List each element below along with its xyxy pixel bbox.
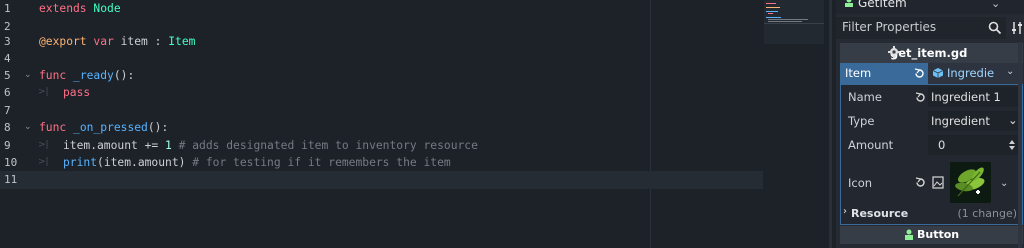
name-field[interactable]: Ingredient 1 <box>928 87 1020 107</box>
name-label: Name <box>848 90 882 104</box>
code-line-7[interactable]: 7 <box>0 102 763 120</box>
code-line-11[interactable]: 11 <box>0 171 763 189</box>
node-name: GetItem <box>858 0 907 10</box>
code-text[interactable]: print(item.amount) # for testing if it r… <box>63 154 451 172</box>
tab-indent-icon: >| <box>38 157 49 167</box>
texture-icon <box>932 176 944 189</box>
chevron-down-icon[interactable]: ⌄ <box>991 0 1000 10</box>
line-number: 1 <box>4 2 11 15</box>
code-line-4[interactable]: 4 <box>0 50 763 68</box>
line-number: 3 <box>4 35 11 48</box>
code-line-5[interactable]: 5 ⌄ func _ready(): <box>0 67 763 85</box>
filter-properties-input[interactable]: Filter Properties <box>836 17 1006 39</box>
code-text[interactable]: item.amount += 1 # adds designated item … <box>63 137 478 155</box>
chevron-down-icon: ⌄ <box>1008 113 1018 127</box>
tab-indent-icon: >| <box>38 140 49 150</box>
spin-arrows-icon[interactable] <box>1008 139 1016 151</box>
inspector-scrollbar[interactable] <box>1018 42 1022 248</box>
revert-icon[interactable] <box>914 68 925 79</box>
tab-indent-icon: >| <box>38 87 49 97</box>
script-section-header[interactable]: get_item.gd <box>840 43 1023 63</box>
inspector-node-bar[interactable]: GetItem ⌄ <box>836 0 1024 14</box>
inspector-panel: GetItem ⌄ Filter Properties get_item.gd … <box>836 0 1024 248</box>
code-line-10[interactable]: 10 >| print(item.amount) # for testing i… <box>0 154 763 172</box>
tool-icon[interactable] <box>1011 20 1024 36</box>
minimap[interactable] <box>764 0 824 44</box>
node-icon <box>845 0 853 7</box>
icon-thumbnail[interactable] <box>950 162 991 203</box>
search-icon[interactable] <box>988 21 1002 35</box>
editor-scrollbar[interactable] <box>829 0 832 248</box>
line-number: 8 <box>4 121 11 134</box>
code-line-6[interactable]: 6 >| pass <box>0 84 763 102</box>
code-text[interactable]: pass <box>63 84 90 102</box>
line-number: 6 <box>4 86 11 99</box>
code-text[interactable]: extends Node <box>39 0 121 18</box>
fold-chevron-icon[interactable]: ⌄ <box>24 119 32 137</box>
code-text[interactable]: @export var item : Item <box>39 33 195 51</box>
amount-label: Amount <box>848 138 894 152</box>
line-number: 5 <box>4 69 11 82</box>
code-text[interactable]: func _on_pressed(): <box>39 119 168 137</box>
node-icon <box>905 229 913 240</box>
code-line-3[interactable]: 3 @export var item : Item <box>0 33 763 51</box>
resource-icon <box>932 68 944 78</box>
resource-subsection[interactable]: Resource › (1 change) <box>840 205 1023 223</box>
code-line-1[interactable]: 1 extends Node <box>0 0 763 18</box>
code-editor[interactable]: 1 extends Node 2 3 @export var item : It… <box>0 0 832 248</box>
fold-chevron-icon[interactable]: ⌄ <box>24 67 32 85</box>
line-number: 10 <box>4 156 18 169</box>
amount-spinbox[interactable]: 0 <box>928 135 1020 155</box>
revert-icon[interactable] <box>915 92 926 103</box>
chevron-down-icon[interactable]: ⌄ <box>1006 66 1014 77</box>
line-number: 11 <box>4 173 18 186</box>
icon-label: Icon <box>848 176 873 190</box>
code-line-9[interactable]: 9 >| item.amount += 1 # adds designated … <box>0 137 763 155</box>
line-number: 7 <box>4 104 11 117</box>
chevron-right-icon: › <box>843 206 847 217</box>
type-label: Type <box>848 114 875 128</box>
code-line-8[interactable]: 8 ⌄ func _on_pressed(): <box>0 119 763 137</box>
revert-icon[interactable] <box>915 177 926 188</box>
type-select[interactable]: Ingredient ⌄ <box>928 111 1020 131</box>
gear-icon <box>888 46 900 58</box>
button-section-header[interactable]: Button <box>840 226 1023 244</box>
line-number: 4 <box>4 52 11 65</box>
code-text[interactable]: func _ready(): <box>39 67 134 85</box>
line-number: 9 <box>4 139 11 152</box>
chevron-down-icon[interactable]: ⌄ <box>1000 178 1008 189</box>
